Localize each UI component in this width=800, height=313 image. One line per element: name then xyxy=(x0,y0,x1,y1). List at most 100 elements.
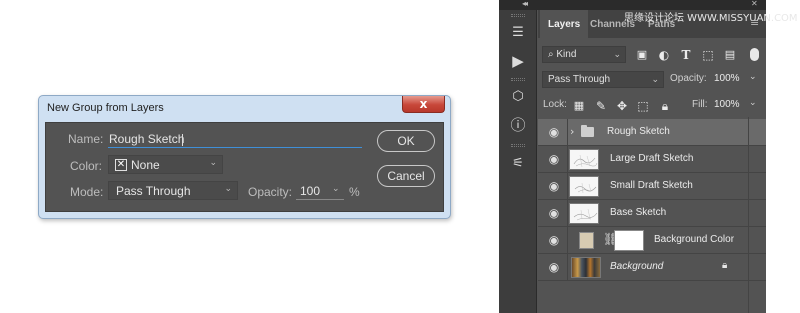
chevron-right-icon[interactable]: › xyxy=(570,125,574,138)
opacity-value: 100 xyxy=(300,184,321,198)
ok-button[interactable]: OK xyxy=(377,130,435,152)
layers-panel-dock: ◂◂ ✕ ☰ ▶ ⬡ ⓘ ⚟ Layers Channels Paths 思缘设… xyxy=(499,0,798,313)
folder-icon xyxy=(581,125,594,137)
layer-thumbnail xyxy=(569,176,599,197)
dialog-body: Name: Rough Sketch Color: ✕ None ⌄ Mode:… xyxy=(45,122,444,212)
grip-handle[interactable] xyxy=(511,78,525,81)
chevron-down-icon[interactable]: ⌄ xyxy=(332,183,340,194)
eye-icon[interactable]: ◉ xyxy=(546,125,562,139)
eye-icon[interactable]: ◉ xyxy=(546,260,562,274)
blend-mode-value: Pass Through xyxy=(548,74,611,85)
opacity-label: Opacity: xyxy=(248,185,293,199)
collapse-icon[interactable]: ◂◂ xyxy=(522,0,528,8)
opacity-value[interactable]: 100% xyxy=(714,73,740,84)
shape-filter-icon[interactable]: ⬚ xyxy=(701,48,715,62)
layer-row-background-color[interactable]: ◉ ⛓︎ Background Color xyxy=(538,227,766,254)
lock-transparent-icon[interactable]: ▦ xyxy=(572,99,586,113)
color-select[interactable]: ✕ None ⌄ xyxy=(108,155,223,174)
fill-value[interactable]: 100% xyxy=(714,99,740,110)
properties-icon[interactable]: ⚟ xyxy=(508,155,528,173)
name-value: Rough Sketch xyxy=(109,132,185,146)
new-group-dialog: New Group from Layers x Name: Rough Sket… xyxy=(38,95,451,219)
mode-value: Pass Through xyxy=(116,184,191,198)
3d-cube-icon[interactable]: ⬡ xyxy=(508,88,528,106)
layer-row-large-draft-sketch[interactable]: ◉ Large Draft Sketch xyxy=(538,146,766,173)
filter-kind-value: Kind xyxy=(556,49,577,60)
mode-label: Mode: xyxy=(70,185,104,199)
grip-handle[interactable] xyxy=(511,14,525,17)
layer-name: Rough Sketch xyxy=(607,126,670,137)
layer-name: Small Draft Sketch xyxy=(610,180,693,191)
dialog-title: New Group from Layers xyxy=(47,102,164,114)
divider xyxy=(567,119,568,146)
layer-name: Base Sketch xyxy=(610,207,667,218)
fill-color-swatch xyxy=(579,232,594,249)
layer-mask-thumbnail xyxy=(614,230,644,251)
lock-icon: 🔒︎ xyxy=(722,260,728,271)
blend-mode-select[interactable]: Pass Through ⌄ xyxy=(542,71,664,88)
eye-icon[interactable]: ◉ xyxy=(546,152,562,166)
info-icon[interactable]: ⓘ xyxy=(508,116,528,134)
layer-row-small-draft-sketch[interactable]: ◉ Small Draft Sketch xyxy=(538,173,766,200)
lock-label: Lock: xyxy=(543,99,567,110)
chevron-down-icon: ⌄ xyxy=(224,184,232,194)
name-label: Name: xyxy=(68,132,104,146)
panel-icon-strip: ☰ ▶ ⬡ ⓘ ⚟ xyxy=(499,10,537,313)
pixel-filter-icon[interactable]: ▣ xyxy=(635,48,649,62)
layer-row-rough-sketch[interactable]: ◉ › Rough Sketch xyxy=(538,119,766,146)
color-value: None xyxy=(131,158,160,172)
name-input[interactable]: Rough Sketch xyxy=(108,131,362,148)
chevron-down-icon[interactable]: ⌄ xyxy=(749,97,757,108)
eye-icon[interactable]: ◉ xyxy=(546,206,562,220)
layer-thumbnail xyxy=(571,257,601,278)
chevron-down-icon: ⌄ xyxy=(613,49,621,59)
opacity-input[interactable]: 100 ⌄ xyxy=(296,181,344,200)
layer-name: Large Draft Sketch xyxy=(610,153,694,164)
panel-tabs: Layers Channels Paths 思缘设计论坛 WWW.MISSYUA… xyxy=(538,10,798,38)
close-button[interactable]: x xyxy=(402,96,445,113)
divider xyxy=(567,200,568,227)
scrollbar[interactable] xyxy=(748,117,749,313)
tab-layers[interactable]: Layers xyxy=(540,10,589,38)
play-actions-icon[interactable]: ▶ xyxy=(508,52,528,70)
close-panel-icon[interactable]: ✕ xyxy=(751,0,758,8)
smart-object-filter-icon[interactable]: ▤ xyxy=(723,48,737,62)
divider xyxy=(567,254,568,281)
divider xyxy=(567,146,568,173)
lock-all-icon[interactable]: 🔒︎ xyxy=(658,99,672,113)
fill-label: Fill: xyxy=(692,99,708,110)
panel-menu-icon[interactable]: ≡ xyxy=(750,16,759,29)
layer-thumbnail xyxy=(569,149,599,170)
blend-row: Pass Through ⌄ Opacity: 100% ⌄ xyxy=(538,71,766,89)
eye-icon[interactable]: ◉ xyxy=(546,179,562,193)
color-label: Color: xyxy=(70,159,103,173)
filter-row: ⌕ Kind ⌄ ▣ ◐ T ⬚ ▤ xyxy=(538,46,766,64)
adjustment-filter-icon[interactable]: ◐ xyxy=(657,48,671,62)
history-icon[interactable]: ☰ xyxy=(508,24,528,42)
type-filter-icon[interactable]: T xyxy=(679,48,693,62)
cancel-button[interactable]: Cancel xyxy=(377,165,435,187)
lock-artboard-icon[interactable]: ⬚ xyxy=(636,99,650,113)
watermark: 思缘设计论坛 WWW.MISSYUAN.COM xyxy=(624,13,798,24)
lock-position-icon[interactable]: ✥ xyxy=(615,99,629,113)
lock-row: Lock: ▦ ✎ ✥ ⬚ 🔒︎ Fill: 100% ⌄ xyxy=(538,97,766,115)
lock-paint-icon[interactable]: ✎ xyxy=(594,99,608,113)
layer-name: Background xyxy=(610,261,664,272)
chevron-down-icon: ⌄ xyxy=(209,158,217,168)
filter-toggle[interactable] xyxy=(750,48,759,61)
filter-kind-select[interactable]: ⌕ Kind ⌄ xyxy=(542,46,626,63)
grip-handle[interactable] xyxy=(511,144,525,147)
divider xyxy=(567,227,568,254)
layer-name: Background Color xyxy=(654,234,735,245)
divider xyxy=(567,173,568,200)
text-caret xyxy=(182,134,183,146)
layer-thumbnail xyxy=(569,203,599,224)
layer-row-base-sketch[interactable]: ◉ Base Sketch xyxy=(538,200,766,227)
eye-icon[interactable]: ◉ xyxy=(546,233,562,247)
layers-panel: Layers Channels Paths 思缘设计论坛 WWW.MISSYUA… xyxy=(538,10,798,313)
chevron-down-icon[interactable]: ⌄ xyxy=(749,71,757,82)
opacity-label: Opacity: xyxy=(670,73,707,84)
no-color-icon: ✕ xyxy=(115,159,127,171)
mode-select[interactable]: Pass Through ⌄ xyxy=(108,181,238,200)
layer-row-background[interactable]: ◉ Background 🔒︎ xyxy=(538,254,766,281)
